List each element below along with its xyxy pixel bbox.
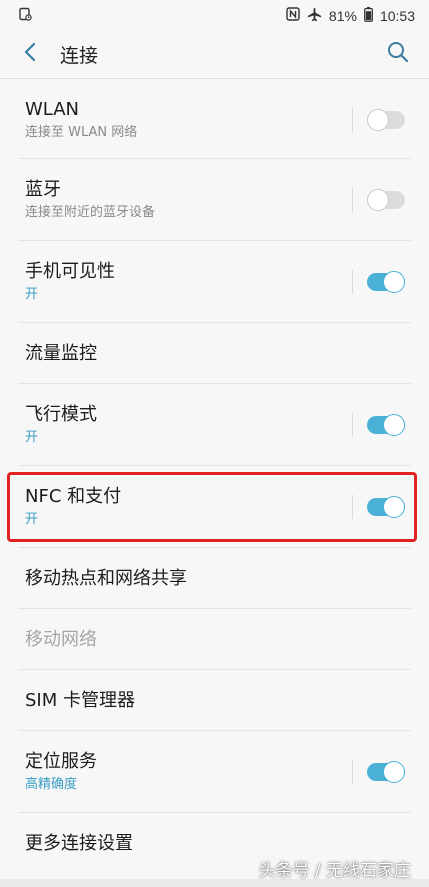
toggle-knob	[383, 761, 405, 783]
nfc-toggle[interactable]	[367, 496, 405, 518]
setting-row-location[interactable]: 定位服务 高精确度	[0, 731, 429, 813]
setting-row-airplane[interactable]: 飞行模式 开	[0, 384, 429, 466]
toggle-knob	[383, 271, 405, 293]
battery-percentage: 81%	[328, 8, 357, 24]
setting-subtitle: 开	[25, 287, 39, 302]
status-left	[18, 7, 32, 25]
setting-title: 手机可见性	[25, 261, 115, 282]
vertical-separator	[352, 495, 353, 519]
setting-row-sim-manager[interactable]: SIM 卡管理器	[0, 670, 429, 731]
setting-text: 飞行模式 开	[25, 403, 352, 447]
setting-row-bluetooth[interactable]: 蓝牙 连接至附近的蓝牙设备	[0, 159, 429, 241]
setting-row-nfc[interactable]: NFC 和支付 开	[0, 466, 429, 548]
setting-row-mobile-networks: 移动网络	[0, 609, 429, 670]
setting-text: 移动网络	[25, 628, 405, 652]
setting-title: 移动热点和网络共享	[25, 567, 187, 589]
setting-subtitle: 开	[25, 430, 39, 445]
setting-subtitle: 高精确度	[25, 777, 78, 792]
setting-text: 更多连接设置	[25, 832, 405, 856]
setting-row-visibility[interactable]: 手机可见性 开	[0, 241, 429, 323]
location-toggle[interactable]	[367, 761, 405, 783]
setting-text: 蓝牙 连接至附近的蓝牙设备	[25, 178, 352, 222]
setting-title: 定位服务	[25, 751, 97, 772]
airplane-toggle[interactable]	[367, 414, 405, 436]
vertical-separator	[352, 188, 353, 212]
watermark: 头条号 / 无线石家庄	[258, 861, 411, 881]
setting-title: 更多连接设置	[25, 832, 133, 854]
setting-text: 流量监控	[25, 342, 405, 366]
search-icon	[387, 41, 409, 67]
setting-title: SIM 卡管理器	[25, 689, 135, 711]
setting-row-hotspot[interactable]: 移动热点和网络共享	[0, 548, 429, 609]
app-bar: 连接	[0, 32, 429, 76]
back-arrow-icon	[23, 42, 37, 66]
visibility-toggle[interactable]	[367, 271, 405, 293]
app-bar-divider	[0, 78, 429, 79]
setting-text: 手机可见性 开	[25, 260, 352, 304]
setting-title: 流量监控	[25, 342, 97, 364]
status-right: 81% 10:53	[286, 6, 415, 26]
battery-icon	[364, 6, 373, 26]
setting-text: WLAN 连接至 WLAN 网络	[25, 98, 352, 142]
page-title: 连接	[60, 44, 99, 67]
sim-icon	[18, 7, 32, 25]
status-time: 10:53	[379, 8, 415, 24]
wlan-toggle[interactable]	[367, 108, 405, 131]
setting-text: NFC 和支付 开	[25, 485, 352, 529]
setting-title: 移动网络	[25, 628, 97, 650]
back-button[interactable]	[18, 42, 42, 66]
vertical-separator	[352, 760, 353, 784]
toggle-knob	[367, 108, 389, 131]
setting-subtitle: 连接至 WLAN 网络	[25, 124, 138, 140]
setting-subtitle: 开	[25, 512, 39, 527]
setting-row-data-usage[interactable]: 流量监控	[0, 323, 429, 384]
setting-text: 移动热点和网络共享	[25, 567, 405, 591]
setting-text: SIM 卡管理器	[25, 689, 405, 713]
settings-list: WLAN 连接至 WLAN 网络 蓝牙 连接至附近的蓝牙设备 手机可见性 开 流…	[0, 80, 429, 874]
bluetooth-toggle[interactable]	[367, 189, 405, 211]
vertical-separator	[352, 107, 353, 132]
nfc-icon	[286, 7, 300, 25]
airplane-icon	[307, 7, 322, 26]
setting-title: WLAN	[25, 98, 80, 120]
setting-title: 飞行模式	[25, 404, 97, 425]
setting-text: 定位服务 高精确度	[25, 750, 352, 794]
vertical-separator	[352, 413, 353, 437]
search-button[interactable]	[385, 41, 411, 67]
setting-row-wlan[interactable]: WLAN 连接至 WLAN 网络	[0, 80, 429, 159]
setting-title: NFC 和支付	[25, 486, 122, 507]
status-bar: 81% 10:53	[0, 0, 429, 32]
toggle-knob	[383, 496, 405, 518]
toggle-knob	[383, 414, 405, 436]
setting-title: 蓝牙	[25, 179, 61, 200]
vertical-separator	[352, 270, 353, 294]
setting-subtitle: 连接至附近的蓝牙设备	[25, 205, 156, 220]
toggle-knob	[367, 189, 389, 211]
